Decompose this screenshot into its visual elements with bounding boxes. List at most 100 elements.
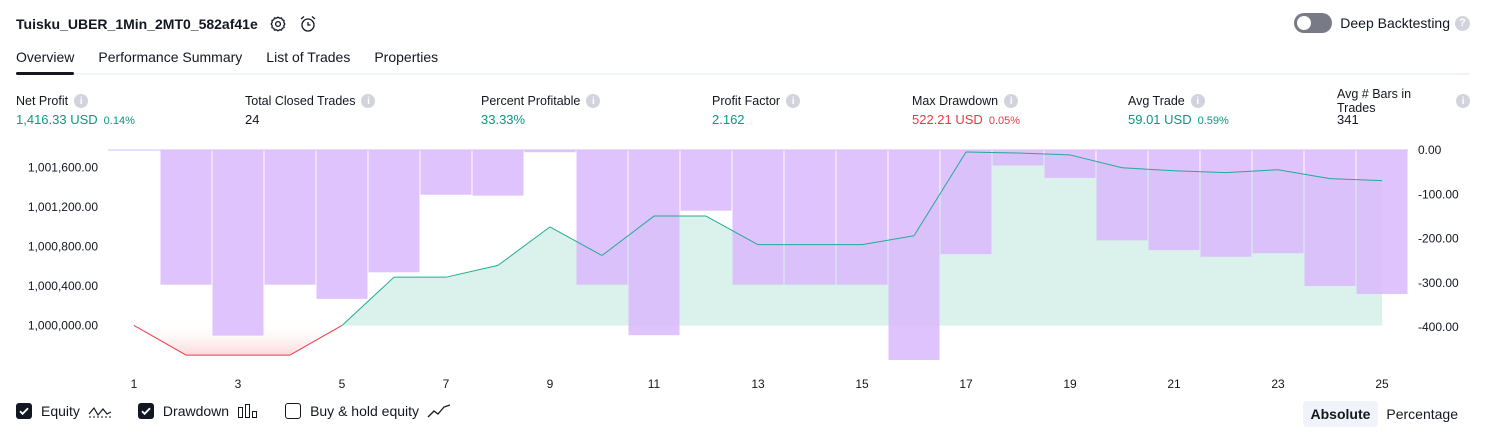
- tab-list-of-trades[interactable]: List of Trades: [266, 46, 350, 73]
- checkbox-unchecked-icon[interactable]: [285, 403, 302, 419]
- checkbox-checked-icon[interactable]: [137, 403, 154, 419]
- info-icon[interactable]: i: [1456, 94, 1470, 108]
- tab-properties[interactable]: Properties: [374, 46, 438, 73]
- info-icon[interactable]: i: [586, 94, 601, 108]
- metric-pct: 0.59%: [1197, 115, 1229, 127]
- drawdown-bar: [420, 150, 472, 195]
- mode-absolute-button[interactable]: Absolute: [1302, 401, 1379, 427]
- buy-hold-line-icon: [427, 403, 451, 419]
- x-axis-tick-label: 1: [131, 377, 138, 391]
- legend-label: Drawdown: [162, 403, 230, 419]
- drawdown-bar: [1356, 150, 1408, 294]
- metric-label: Max Drawdown: [912, 94, 999, 108]
- metric-pct: 0.14%: [103, 115, 135, 127]
- metric-avg-bars-in-trades: Avg # Bars in Trades i 341: [1337, 87, 1470, 127]
- deep-backtesting-toggle[interactable]: [1294, 13, 1333, 33]
- left-axis-tick-label: 1,000,000.00: [28, 318, 98, 332]
- left-axis-tick-label: 1,000,800.00: [28, 240, 98, 254]
- drawdown-bar: [1148, 150, 1200, 251]
- metrics-row: Net Profit i 1,416.33 USD 0.14% Total Clos…: [16, 87, 1470, 132]
- info-icon[interactable]: i: [786, 94, 801, 108]
- metric-label: Total Closed Trades: [245, 94, 356, 108]
- loss-area: [134, 325, 1382, 356]
- metric-pct: 0.05%: [988, 115, 1021, 127]
- drawdown-bar: [680, 150, 732, 211]
- checkbox-checked-icon[interactable]: [16, 403, 32, 419]
- right-axis-tick-label: -100.00: [1418, 187, 1459, 201]
- left-axis-tick-label: 1,000,400.00: [28, 279, 98, 293]
- drawdown-bar: [784, 150, 836, 285]
- drawdown-bar: [1200, 150, 1252, 257]
- metric-avg-trade: Avg Trade i 59.01 USD 0.59%: [1128, 92, 1229, 127]
- x-axis-tick-label: 7: [443, 377, 450, 391]
- left-axis-tick-label: 1,001,600.00: [28, 161, 98, 175]
- info-icon[interactable]: i: [361, 94, 376, 108]
- metric-total-closed-trades: Total Closed Trades i 24: [245, 92, 376, 127]
- drawdown-bars-icon: [237, 403, 259, 419]
- x-axis-tick-label: 13: [751, 377, 765, 391]
- drawdown-bar: [1252, 150, 1304, 254]
- tab-performance-summary[interactable]: Performance Summary: [98, 46, 242, 73]
- drawdown-bar: [264, 150, 316, 285]
- metric-value: 522.21 USD: [912, 112, 983, 127]
- tab-overview[interactable]: Overview: [16, 46, 75, 75]
- x-axis-tick-label: 3: [235, 377, 242, 391]
- metric-label: Profit Factor: [712, 94, 781, 108]
- drawdown-bar: [1304, 150, 1356, 287]
- strategy-name: Tuisku_UBER_1Min_2MT0_582af41e: [16, 16, 258, 32]
- right-axis-tick-label: 0.00: [1418, 143, 1442, 157]
- strategy-header: Tuisku_UBER_1Min_2MT0_582af41e: [16, 12, 318, 36]
- metric-net-profit: Net Profit i 1,416.33 USD 0.14%: [16, 92, 135, 127]
- drawdown-bar: [472, 150, 524, 196]
- tab-bar: Overview Performance Summary List of Tra…: [16, 46, 1470, 75]
- right-axis-tick-label: -300.00: [1418, 276, 1459, 290]
- metric-value: 2.162: [712, 112, 745, 127]
- x-axis-tick-label: 17: [959, 377, 973, 391]
- x-axis-tick-label: 9: [547, 377, 554, 391]
- equity-drawdown-chart[interactable]: 1,000,000.00 1,000,400.00 1,000,800.00 1,00…: [0, 140, 1486, 395]
- drawdown-bar: [940, 150, 992, 255]
- metric-value: 33.33%: [481, 112, 526, 127]
- deep-backtesting-label: Deep Backtesting: [1340, 15, 1450, 31]
- metric-value: 59.01 USD: [1128, 112, 1192, 127]
- legend-equity[interactable]: Equity: [16, 403, 112, 419]
- drawdown-bar: [628, 150, 680, 336]
- x-axis-tick-label: 11: [648, 377, 661, 391]
- metric-label: Net Profit: [16, 94, 69, 108]
- display-mode-switch: Absolute Percentage: [1302, 401, 1467, 427]
- info-icon[interactable]: i: [1004, 94, 1019, 108]
- right-axis-tick-label: -400.00: [1418, 320, 1459, 334]
- drawdown-bar: [732, 150, 784, 285]
- metric-max-drawdown: Max Drawdown i 522.21 USD 0.05%: [912, 92, 1020, 127]
- metric-percent-profitable: Percent Profitable i 33.33%: [481, 92, 601, 127]
- legend-label: Equity: [41, 403, 80, 419]
- mode-percentage-button[interactable]: Percentage: [1378, 401, 1466, 427]
- drawdown-bar: [836, 150, 888, 285]
- info-icon[interactable]: i: [74, 94, 89, 108]
- metric-value: 1,416.33 USD: [16, 112, 98, 127]
- metric-value: 341: [1337, 112, 1359, 127]
- legend-label: Buy & hold equity: [310, 403, 420, 419]
- x-axis-tick-label: 19: [1063, 377, 1077, 391]
- metric-label: Avg # Bars in Trades: [1337, 87, 1412, 115]
- metric-label: Avg Trade: [1128, 94, 1185, 108]
- x-axis-tick-label: 5: [339, 377, 346, 391]
- right-axis-tick-label: -200.00: [1418, 232, 1459, 246]
- x-axis-tick-label: 21: [1167, 377, 1181, 391]
- help-icon[interactable]: ?: [1455, 15, 1470, 31]
- chart-legend: Equity Drawdown Buy & hold equity: [16, 403, 477, 419]
- alarm-clock-plus-icon[interactable]: [298, 14, 318, 34]
- equity-line-icon: [88, 403, 112, 419]
- info-icon[interactable]: i: [1190, 94, 1205, 108]
- legend-buy-hold-equity[interactable]: Buy & hold equity: [285, 403, 451, 419]
- drawdown-bar: [368, 150, 420, 273]
- gear-icon[interactable]: [268, 14, 288, 34]
- x-axis-tick-label: 23: [1271, 377, 1285, 391]
- drawdown-bar: [160, 150, 212, 285]
- drawdown-bar: [212, 150, 264, 336]
- drawdown-bar: [316, 150, 368, 299]
- x-axis-tick-label: 25: [1375, 377, 1389, 391]
- legend-drawdown[interactable]: Drawdown: [137, 403, 259, 419]
- x-axis-tick-label: 15: [855, 377, 869, 391]
- left-axis-tick-label: 1,001,200.00: [28, 200, 98, 214]
